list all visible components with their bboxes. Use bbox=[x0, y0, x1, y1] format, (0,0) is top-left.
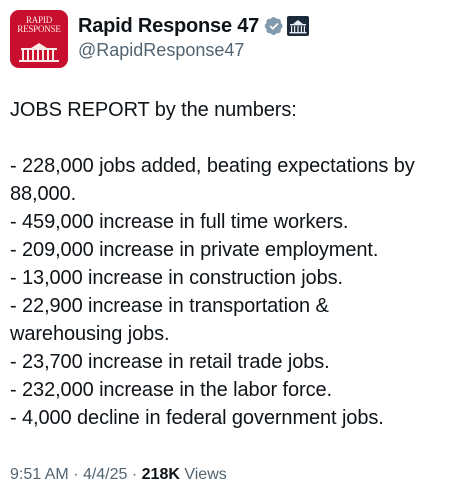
post-meta: 9:51 AM · 4/4/25 · 218K Views bbox=[10, 466, 227, 484]
views-label[interactable]: Views bbox=[184, 466, 226, 483]
display-name[interactable]: Rapid Response 47 bbox=[78, 15, 259, 38]
list-item: - 22,900 increase in transportation & wa… bbox=[10, 295, 329, 345]
avatar[interactable]: RAPID RESPONSE bbox=[10, 10, 68, 68]
white-house-affiliate-icon[interactable] bbox=[287, 16, 310, 36]
author-info: Rapid Response 47 @RapidResponse47 bbox=[78, 13, 310, 61]
name-row: Rapid Response 47 bbox=[78, 13, 310, 39]
white-house-logo-icon bbox=[19, 43, 59, 62]
post-time[interactable]: 9:51 AM bbox=[10, 466, 69, 483]
verified-badge-icon[interactable] bbox=[264, 16, 284, 36]
post-heading: JOBS REPORT by the numbers: bbox=[10, 99, 297, 121]
list-item: - 459,000 increase in full time workers. bbox=[10, 211, 349, 233]
list-item: - 23,700 increase in retail trade jobs. bbox=[10, 351, 330, 373]
post-text: JOBS REPORT by the numbers: - 228,000 jo… bbox=[10, 96, 442, 432]
list-item: - 228,000 jobs added, beating expectatio… bbox=[10, 155, 415, 205]
list-item: - 4,000 decline in federal government jo… bbox=[10, 407, 384, 429]
list-item: - 232,000 increase in the labor force. bbox=[10, 379, 332, 401]
meta-separator: · bbox=[131, 466, 138, 483]
meta-separator: · bbox=[73, 466, 79, 483]
post: RAPID RESPONSE Rapid Response 47 @RapidR… bbox=[0, 0, 451, 500]
views-count[interactable]: 218K bbox=[142, 466, 180, 483]
list-item: - 209,000 increase in private employment… bbox=[10, 239, 379, 261]
list-item: - 13,000 increase in construction jobs. bbox=[10, 267, 343, 289]
post-date[interactable]: 4/4/25 bbox=[83, 466, 127, 483]
post-header: RAPID RESPONSE Rapid Response 47 @RapidR… bbox=[10, 10, 310, 68]
handle[interactable]: @RapidResponse47 bbox=[78, 40, 309, 61]
avatar-logo-text: RAPID RESPONSE bbox=[17, 15, 61, 34]
